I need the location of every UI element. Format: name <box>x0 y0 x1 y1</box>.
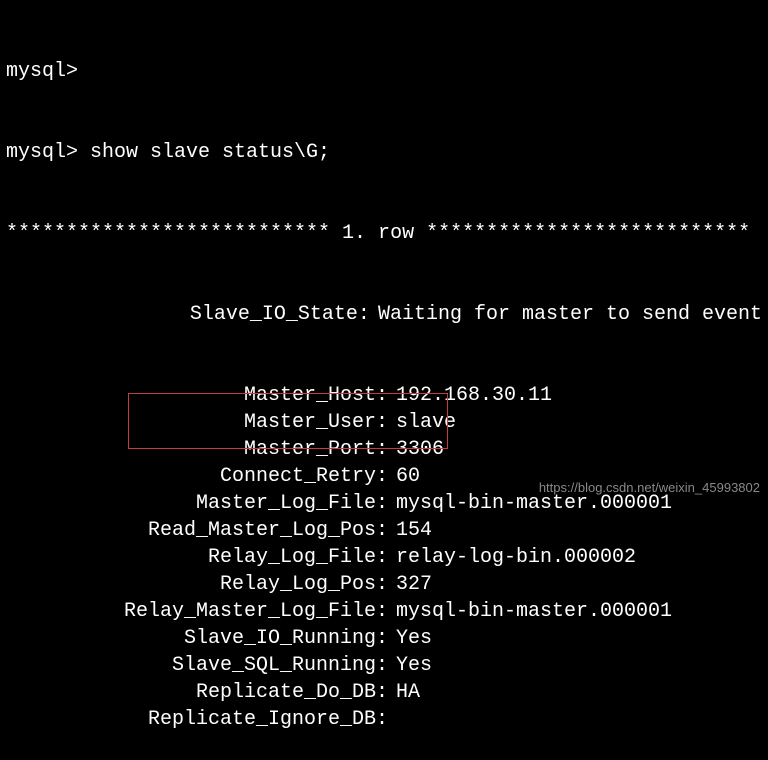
status-value: HA <box>388 679 420 706</box>
status-row: Read_Master_Log_Pos:154 <box>6 517 762 544</box>
separator: : <box>376 625 388 652</box>
separator: : <box>376 706 388 733</box>
status-key: Relay_Master_Log_File <box>6 598 376 625</box>
status-value: Yes <box>388 652 432 679</box>
status-key: Master_Log_File <box>6 490 376 517</box>
status-row: Relay_Log_Pos:327 <box>6 571 762 598</box>
status-value: Waiting for master to send event <box>370 301 762 328</box>
row-header: *************************** 1. row *****… <box>6 220 762 247</box>
prompt-line-1: mysql> <box>6 58 762 85</box>
separator: : <box>376 463 388 490</box>
separator: : <box>376 490 388 517</box>
status-row: Master_User:slave <box>6 409 762 436</box>
status-row: Master_Port:3306 <box>6 436 762 463</box>
status-value: 192.168.30.11 <box>388 382 552 409</box>
status-row: Relay_Log_File:relay-log-bin.000002 <box>6 544 762 571</box>
status-value <box>388 706 396 733</box>
terminal-output: mysql> mysql> show slave status\G; *****… <box>6 4 762 760</box>
status-value: 60 <box>388 463 420 490</box>
status-row: Replicate_Ignore_DB: <box>6 706 762 733</box>
separator: : <box>376 544 388 571</box>
separator: : <box>376 436 388 463</box>
status-key: Slave_SQL_Running <box>6 652 376 679</box>
status-key: Slave_IO_State <box>6 301 358 328</box>
status-row: Slave_IO_Running:Yes <box>6 625 762 652</box>
status-value: relay-log-bin.000002 <box>388 544 636 571</box>
status-key: Master_User <box>6 409 376 436</box>
separator: : <box>376 517 388 544</box>
status-key: Connect_Retry <box>6 463 376 490</box>
status-key: Slave_IO_Running <box>6 625 376 652</box>
status-value: 3306 <box>388 436 444 463</box>
separator: : <box>376 679 388 706</box>
separator: : <box>376 409 388 436</box>
status-key: Replicate_Do_DB <box>6 679 376 706</box>
status-value: 154 <box>388 517 432 544</box>
prompt-line-2: mysql> show slave status\G; <box>6 139 762 166</box>
separator: : <box>358 301 370 328</box>
separator: : <box>376 382 388 409</box>
status-value: Yes <box>388 625 432 652</box>
status-row-io-state: Slave_IO_State:Waiting for master to sen… <box>6 301 762 328</box>
watermark-text: https://blog.csdn.net/weixin_45993802 <box>539 479 760 497</box>
status-row: Replicate_Do_DB:HA <box>6 679 762 706</box>
status-row: Slave_SQL_Running:Yes <box>6 652 762 679</box>
status-key: Read_Master_Log_Pos <box>6 517 376 544</box>
status-key: Relay_Log_Pos <box>6 571 376 598</box>
status-key: Master_Host <box>6 382 376 409</box>
status-key: Relay_Log_File <box>6 544 376 571</box>
status-value: mysql-bin-master.000001 <box>388 598 672 625</box>
status-value: 327 <box>388 571 432 598</box>
status-row: Relay_Master_Log_File:mysql-bin-master.0… <box>6 598 762 625</box>
status-row: Master_Host:192.168.30.11 <box>6 382 762 409</box>
separator: : <box>376 652 388 679</box>
separator: : <box>376 598 388 625</box>
status-key: Master_Port <box>6 436 376 463</box>
status-rows: Master_Host:192.168.30.11Master_User:sla… <box>6 382 762 733</box>
separator: : <box>376 571 388 598</box>
status-key: Replicate_Ignore_DB <box>6 706 376 733</box>
status-value: slave <box>388 409 456 436</box>
